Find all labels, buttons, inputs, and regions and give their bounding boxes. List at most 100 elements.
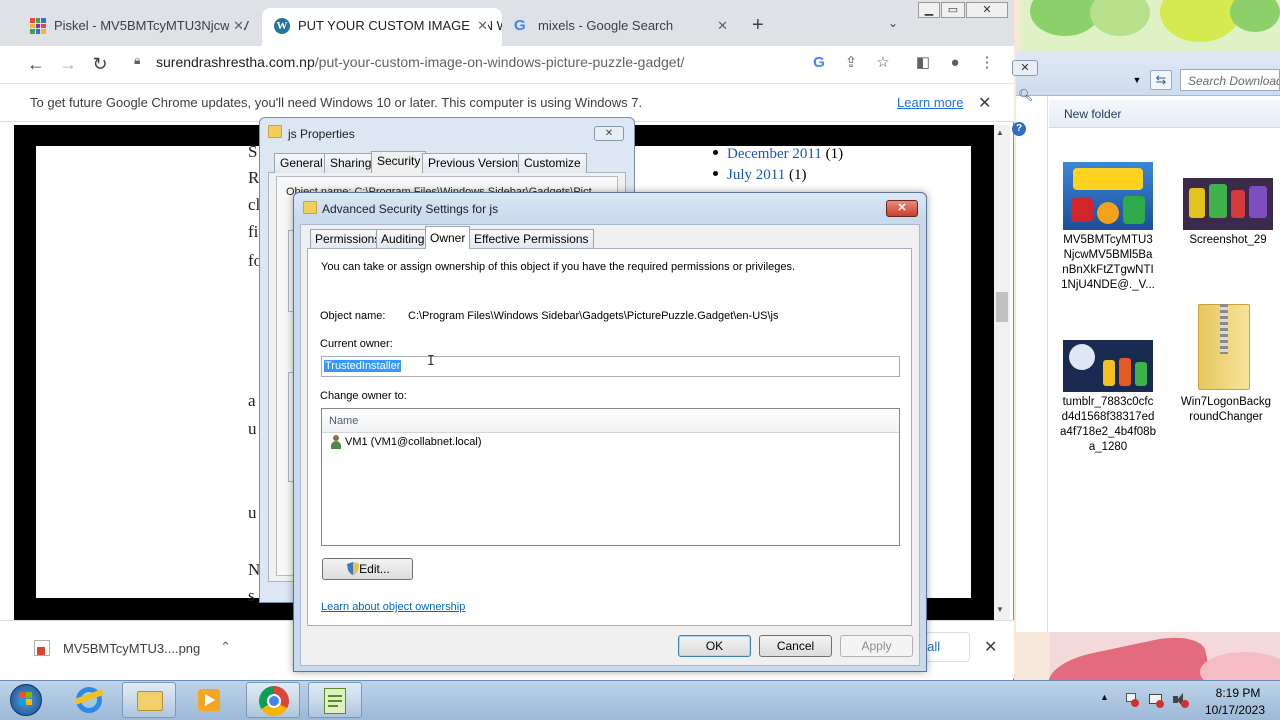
profile-icon[interactable]: ● bbox=[944, 52, 966, 74]
tab-title: mixels - Google Search bbox=[538, 18, 674, 33]
list-header[interactable] bbox=[322, 409, 899, 433]
article-fragment: S bbox=[248, 142, 258, 161]
download-filename[interactable]: MV5BMTcyMTU3....png bbox=[63, 641, 200, 656]
folder-icon bbox=[268, 125, 282, 138]
tab-previous-versions[interactable]: Previous Versions bbox=[422, 153, 531, 173]
forward-icon[interactable]: → bbox=[56, 52, 80, 76]
side-panel-icon[interactable]: ◧ bbox=[912, 52, 934, 74]
bookmark-star-icon[interactable]: ☆ bbox=[872, 52, 894, 74]
archive-item[interactable]: July 2011 (1) bbox=[713, 167, 806, 184]
network-icon[interactable] bbox=[1148, 692, 1164, 708]
file-name: nBnXkFtZTgwNTI bbox=[1062, 264, 1154, 276]
help-icon[interactable]: ? bbox=[1012, 122, 1026, 136]
owner-intro-text: You can take or assign ownership of this… bbox=[321, 261, 796, 273]
reload-icon[interactable]: ↻ bbox=[88, 52, 112, 76]
volume-muted-icon[interactable] bbox=[1172, 692, 1189, 708]
tab-customize[interactable]: Customize bbox=[518, 153, 587, 173]
maximize-icon[interactable]: ▭ bbox=[941, 2, 965, 18]
close-icon[interactable]: ✕ bbox=[984, 637, 997, 657]
tray-expand-icon[interactable]: ▲ bbox=[1100, 692, 1109, 702]
google-icon: G bbox=[514, 17, 526, 34]
cancel-button[interactable]: Cancel bbox=[759, 635, 832, 657]
tab-custom-image[interactable]: W PUT YOUR CUSTOM IMAGE ON W ✕ bbox=[262, 8, 502, 46]
page-scrollbar[interactable] bbox=[994, 125, 1010, 620]
close-icon[interactable]: ✕ bbox=[594, 126, 624, 141]
close-icon[interactable]: ✕ bbox=[229, 8, 244, 44]
archive-link[interactable]: December 2011 bbox=[727, 146, 822, 162]
tab-auditing[interactable]: Auditing bbox=[376, 229, 430, 248]
uac-shield-icon bbox=[347, 562, 359, 575]
tab-google-search[interactable]: G mixels - Google Search ✕ bbox=[502, 8, 742, 46]
article-fragment: u bbox=[248, 419, 257, 438]
close-window-icon[interactable]: ✕ bbox=[966, 2, 1008, 18]
close-icon[interactable]: ✕ bbox=[717, 8, 728, 44]
tab-permissions[interactable]: Permissions bbox=[310, 229, 386, 248]
tab-effective-permissions[interactable]: Effective Permissions bbox=[469, 229, 594, 248]
file-thumbnail bbox=[1063, 162, 1153, 230]
clock-time[interactable]: 8:19 PM bbox=[1208, 686, 1268, 700]
close-icon[interactable]: ✕ bbox=[473, 8, 488, 44]
back-icon[interactable]: ← bbox=[24, 52, 48, 76]
tab-piskel[interactable]: Piskel - MV5BMTcyMTU3NjcwMV ✕ bbox=[18, 8, 260, 46]
archive-link[interactable]: July 2011 bbox=[727, 167, 785, 183]
current-owner-label: Current owner: bbox=[320, 338, 393, 350]
internet-explorer-icon[interactable] bbox=[62, 682, 116, 718]
apply-button[interactable]: Apply bbox=[840, 635, 913, 657]
notepad-plus-plus-icon[interactable] bbox=[308, 682, 362, 718]
explorer-search-input[interactable]: Search Download bbox=[1180, 69, 1280, 91]
tab-owner[interactable]: Owner bbox=[425, 226, 471, 249]
search-icon[interactable]: 🔍︎ bbox=[1018, 88, 1040, 104]
tab-general[interactable]: General bbox=[274, 153, 329, 173]
current-owner-field[interactable] bbox=[321, 356, 900, 377]
start-button[interactable] bbox=[6, 682, 48, 718]
tab-sharing[interactable]: Sharing bbox=[324, 153, 378, 173]
share-icon[interactable]: ⇪ bbox=[840, 52, 862, 74]
scrollbar-thumb[interactable] bbox=[996, 292, 1008, 322]
tab-search-chevron-icon[interactable]: ⌄ bbox=[888, 16, 898, 30]
file-explorer-taskbar-icon[interactable] bbox=[122, 682, 176, 718]
scroll-down-icon[interactable]: ▼ bbox=[996, 605, 1004, 614]
file-item[interactable]: Win7LogonBackg roundChanger bbox=[1178, 300, 1274, 425]
url-path: /put-your-custom-image-on-windows-pictur… bbox=[314, 54, 685, 70]
ok-button[interactable]: OK bbox=[678, 635, 751, 657]
article-fragment: u bbox=[248, 503, 257, 522]
edit-button[interactable]: Edit... bbox=[322, 558, 413, 580]
learn-ownership-link[interactable]: Learn about object ownership bbox=[321, 601, 465, 613]
new-tab-icon[interactable]: + bbox=[752, 14, 764, 37]
file-name: d4d1568f38317ed bbox=[1061, 411, 1155, 423]
chevron-up-icon[interactable]: ⌃ bbox=[220, 639, 231, 655]
png-file-icon bbox=[34, 640, 50, 656]
clock-date[interactable]: 10/17/2023 bbox=[1198, 703, 1272, 717]
wallpaper-pink bbox=[1044, 630, 1280, 720]
close-icon[interactable]: ✕ bbox=[886, 200, 918, 217]
file-thumbnail bbox=[1183, 178, 1273, 230]
learn-more-link[interactable]: Learn more bbox=[897, 95, 963, 110]
column-name-header[interactable]: Name bbox=[329, 415, 358, 427]
file-item[interactable]: Screenshot_29 bbox=[1180, 178, 1276, 248]
archive-count: (1) bbox=[825, 146, 844, 162]
tab-security[interactable]: Security bbox=[371, 151, 427, 173]
media-player-icon[interactable] bbox=[182, 682, 236, 718]
archive-item[interactable]: December 2011 (1) bbox=[713, 146, 843, 163]
menu-kebab-icon[interactable]: ⋮ bbox=[976, 52, 998, 74]
close-icon[interactable]: ✕ bbox=[978, 93, 991, 113]
minimize-icon[interactable]: ▁ bbox=[918, 2, 940, 18]
close-icon[interactable]: ✕ bbox=[1012, 60, 1038, 76]
scroll-up-icon[interactable]: ▲ bbox=[996, 128, 1004, 137]
new-folder-button[interactable]: New folder bbox=[1064, 107, 1121, 121]
explorer-nav-pane bbox=[1016, 96, 1048, 632]
lock-icon[interactable]: 🔒︎ bbox=[134, 53, 140, 68]
chrome-taskbar-icon[interactable] bbox=[246, 682, 300, 718]
file-item[interactable]: tumblr_7883c0cfc d4d1568f38317ed a4f718e… bbox=[1060, 340, 1156, 455]
article-fragment: fi bbox=[248, 222, 259, 241]
zip-folder-icon bbox=[1198, 300, 1254, 392]
refresh-icon[interactable]: ⇆ bbox=[1150, 70, 1172, 90]
file-item[interactable]: MV5BMTcyMTU3 NjcwMV5BMl5Ba nBnXkFtZTgwNT… bbox=[1060, 162, 1156, 293]
action-center-flag-icon[interactable] bbox=[1124, 692, 1140, 708]
list-item-label: VM1 (VM1@collabnet.local) bbox=[345, 436, 482, 448]
google-lens-icon[interactable]: G bbox=[808, 52, 830, 74]
address-bar[interactable]: surendrashrestha.com.np/put-your-custom-… bbox=[122, 50, 902, 74]
file-name: Win7LogonBackg bbox=[1180, 396, 1272, 408]
chevron-down-icon[interactable]: ▼ bbox=[1130, 72, 1144, 88]
current-owner-value[interactable]: TrustedInstaller bbox=[324, 360, 402, 372]
